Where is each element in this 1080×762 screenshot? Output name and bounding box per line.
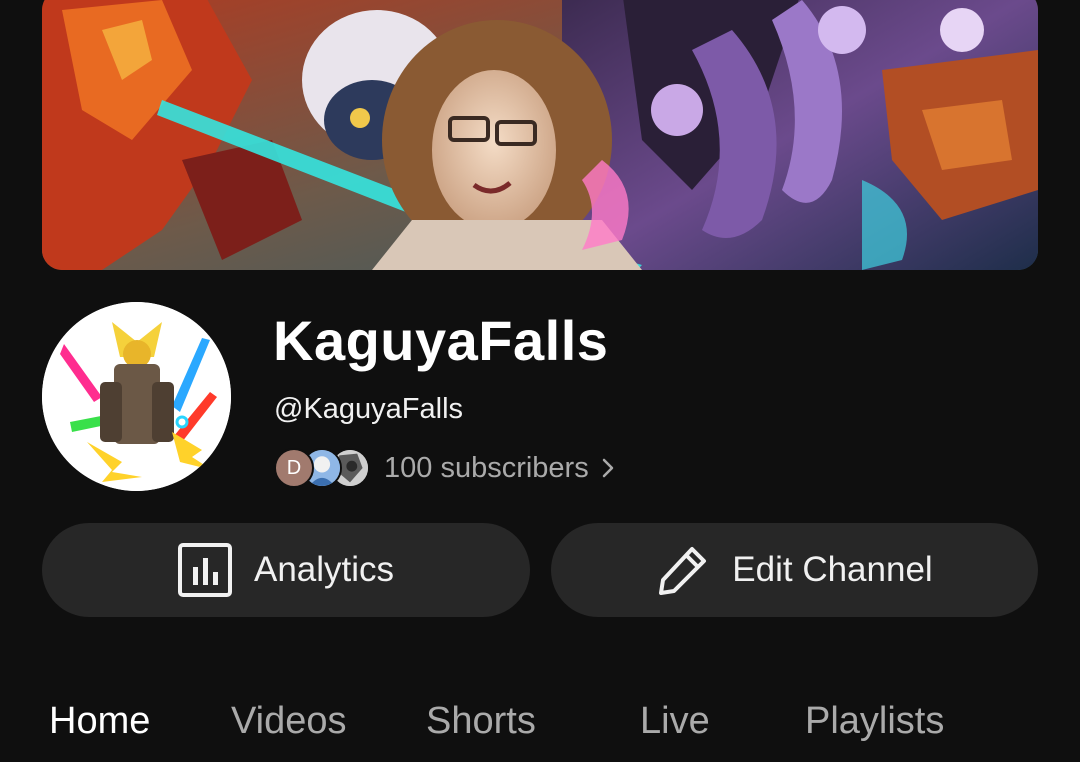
subscriber-avatars: D (274, 446, 370, 490)
channel-tabs: Home Videos Shorts Live Playlists (0, 700, 1080, 750)
bar-chart-icon (177, 543, 232, 597)
channel-name: KaguyaFalls (273, 309, 609, 372)
channel-avatar[interactable] (42, 302, 231, 491)
edit-channel-label: Edit Channel (732, 550, 933, 589)
tab-shorts[interactable]: Shorts (426, 700, 536, 743)
tab-playlists[interactable]: Playlists (805, 700, 944, 743)
chevron-right-icon (601, 456, 615, 480)
analytics-label: Analytics (253, 550, 395, 589)
pencil-icon (656, 543, 710, 597)
tab-videos[interactable]: Videos (231, 700, 347, 743)
analytics-button[interactable]: Analytics (42, 523, 530, 617)
subscriber-count: 100 subscribers (384, 451, 589, 484)
channel-banner (42, 0, 1038, 270)
edit-channel-button[interactable]: Edit Channel (551, 523, 1038, 617)
tab-home[interactable]: Home (49, 700, 150, 743)
channel-handle: @KaguyaFalls (274, 393, 464, 425)
subscriber-avatar: D (274, 448, 314, 488)
subscribers-row[interactable]: D 100 subscribers (274, 446, 615, 490)
tab-live[interactable]: Live (640, 700, 710, 743)
